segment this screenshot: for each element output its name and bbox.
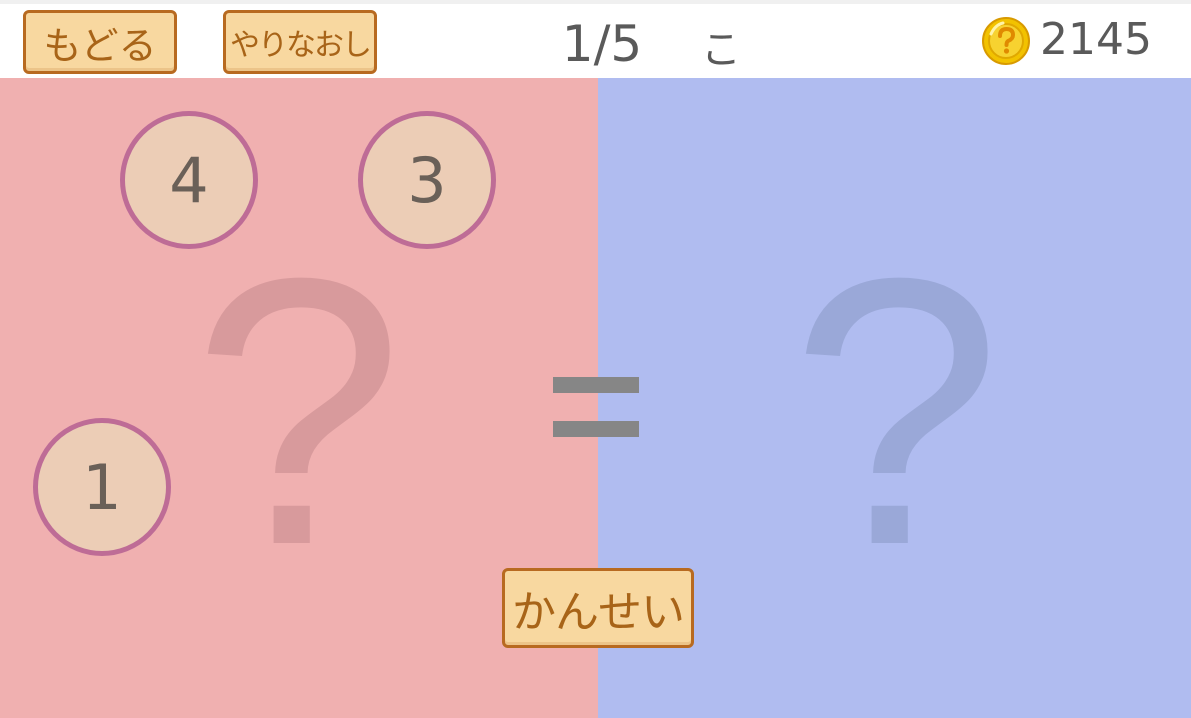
back-button[interactable]: もどる bbox=[23, 10, 177, 74]
redo-button[interactable]: やりなおし bbox=[223, 10, 377, 74]
number-tile-4[interactable]: 4 bbox=[120, 111, 258, 249]
coin-count: 2145 bbox=[1040, 14, 1152, 65]
done-button[interactable]: かんせい bbox=[502, 568, 694, 648]
number-tile-3[interactable]: 3 bbox=[358, 111, 496, 249]
right-answer-placeholder: ? bbox=[790, 199, 1002, 624]
game-screen: もどる やりなおし 1/5 こ 2145 ? ? 4 3 1 かんせい bbox=[0, 0, 1191, 718]
coin-icon bbox=[982, 17, 1030, 65]
equals-sign bbox=[553, 377, 639, 439]
left-answer-placeholder: ? bbox=[192, 199, 404, 624]
number-tile-1[interactable]: 1 bbox=[33, 418, 171, 556]
top-bar: もどる やりなおし 1/5 こ 2145 bbox=[0, 0, 1191, 78]
progress-indicator: 1/5 bbox=[561, 15, 643, 73]
kana-hint: こ bbox=[701, 27, 741, 73]
